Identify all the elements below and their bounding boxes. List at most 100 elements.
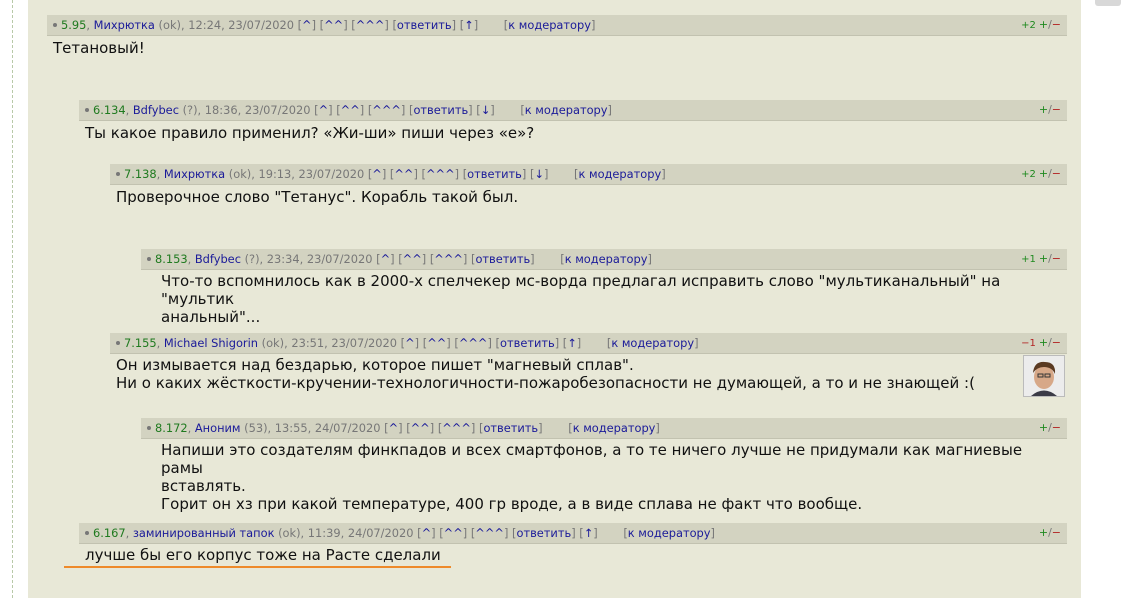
vote-controls: +/− bbox=[1039, 100, 1061, 120]
jump-up-1-link[interactable]: ^ bbox=[372, 167, 382, 181]
author-link[interactable]: Михрютка bbox=[164, 167, 225, 181]
text-selection-underline bbox=[64, 566, 451, 568]
reply-link[interactable]: ответить bbox=[413, 103, 468, 117]
jump-up-3-link[interactable]: ^^^ bbox=[459, 336, 488, 350]
comment-meta: (ok), 12:24, 23/07/2020 bbox=[158, 18, 294, 32]
report-to-moderator-link[interactable]: к модератору bbox=[573, 421, 656, 435]
jump-up-1-link[interactable]: ^ bbox=[319, 103, 329, 117]
reply-link[interactable]: ответить bbox=[483, 421, 538, 435]
vote-button[interactable]: +/− bbox=[1039, 18, 1061, 31]
reply-link[interactable]: ответить bbox=[397, 18, 452, 32]
comment-header: 8.172, Аноним (53), 13:55, 24/07/2020 [^… bbox=[141, 418, 1067, 439]
thread-nav-arrow-icon[interactable]: ↓ bbox=[481, 103, 491, 117]
author-link[interactable]: заминированный тапок bbox=[133, 526, 275, 540]
vote-button[interactable]: +/− bbox=[1039, 526, 1061, 539]
jump-up-3-link[interactable]: ^^^ bbox=[434, 252, 463, 266]
vote-button[interactable]: +/− bbox=[1039, 421, 1061, 434]
author-link[interactable]: Аноним bbox=[195, 421, 241, 435]
jump-up-2-link[interactable]: ^^ bbox=[394, 167, 413, 181]
vote-button[interactable]: +/− bbox=[1039, 167, 1061, 180]
comment-score: 8.172 bbox=[155, 421, 188, 435]
comment-body: Проверочное слово "Тетанус". Корабль так… bbox=[116, 188, 518, 206]
bullet-icon bbox=[116, 171, 120, 176]
bullet-icon bbox=[147, 256, 151, 261]
comment-text-line: Напиши это создателям финкпадов и всех с… bbox=[161, 441, 1023, 477]
thread-nav-arrow-icon[interactable]: ↓ bbox=[534, 167, 544, 181]
comment-header: 5.95, Михрютка (ok), 12:24, 23/07/2020 [… bbox=[47, 15, 1067, 36]
vote-count: +1 bbox=[1021, 254, 1036, 265]
bullet-icon bbox=[116, 340, 120, 345]
comment-text-line: Проверочное слово "Тетанус". Корабль так… bbox=[116, 188, 519, 206]
author-link[interactable]: Bdfybec bbox=[133, 103, 179, 117]
comment-body: лучше бы его корпус тоже на Расте сделал… bbox=[85, 546, 441, 564]
jump-up-3-link[interactable]: ^^^ bbox=[372, 103, 401, 117]
jump-up-2-link[interactable]: ^^ bbox=[341, 103, 360, 117]
comment-text-line: анальный"... bbox=[161, 308, 261, 326]
vote-controls: +2 +/− bbox=[1021, 164, 1061, 184]
jump-up-2-link[interactable]: ^^ bbox=[411, 421, 430, 435]
comment-meta: (?), 23:34, 23/07/2020 bbox=[244, 252, 373, 266]
comment-text-line: Он измывается над бездарью, которое пише… bbox=[116, 356, 634, 374]
comment-score: 7.138 bbox=[124, 167, 157, 181]
jump-up-2-link[interactable]: ^^ bbox=[444, 526, 463, 540]
jump-up-3-link[interactable]: ^^^ bbox=[356, 18, 385, 32]
jump-up-1-link[interactable]: ^ bbox=[302, 18, 312, 32]
reply-link[interactable]: ответить bbox=[475, 252, 530, 266]
vote-controls: +2 +/− bbox=[1021, 15, 1061, 35]
vote-button[interactable]: +/− bbox=[1039, 252, 1061, 265]
jump-up-2-link[interactable]: ^^ bbox=[324, 18, 343, 32]
comment-score: 8.153 bbox=[155, 252, 188, 266]
avatar bbox=[1023, 355, 1065, 397]
report-to-moderator-link[interactable]: к модератору bbox=[578, 167, 661, 181]
reply-link[interactable]: ответить bbox=[500, 336, 555, 350]
jump-up-1-link[interactable]: ^ bbox=[389, 421, 399, 435]
comment-meta: (ok), 19:13, 23/07/2020 bbox=[228, 167, 365, 181]
comment-header: 6.134, Bdfybec (?), 18:36, 23/07/2020 [^… bbox=[79, 100, 1067, 121]
thread-nav-arrow-icon[interactable]: ↑ bbox=[464, 18, 474, 32]
report-to-moderator-link[interactable]: к модератору bbox=[565, 252, 648, 266]
author-link[interactable]: Михрютка bbox=[94, 18, 155, 32]
avatar-image bbox=[1024, 356, 1064, 396]
report-to-moderator-link[interactable]: к модератору bbox=[611, 336, 694, 350]
author-link[interactable]: Michael Shigorin bbox=[164, 336, 258, 350]
vote-controls: −1 +/− bbox=[1021, 333, 1061, 353]
bullet-icon bbox=[147, 425, 151, 430]
vote-button[interactable]: +/− bbox=[1039, 336, 1061, 349]
vote-count: −1 bbox=[1021, 338, 1036, 349]
comment-text-line: вставлять. bbox=[161, 477, 246, 495]
author-link[interactable]: Bdfybec bbox=[195, 252, 241, 266]
comment-body: Тетановый! bbox=[53, 39, 145, 57]
comment-body: Ты какое правило применил? «Жи-ши» пиши … bbox=[85, 124, 534, 142]
comment-score: 5.95 bbox=[61, 18, 87, 32]
jump-up-1-link[interactable]: ^ bbox=[405, 336, 415, 350]
comment-header: 6.167, заминированный тапок (ok), 11:39,… bbox=[79, 523, 1067, 544]
report-to-moderator-link[interactable]: к модератору bbox=[525, 103, 608, 117]
report-to-moderator-link[interactable]: к модератору bbox=[508, 18, 591, 32]
comment-body: Он измывается над бездарью, которое пише… bbox=[116, 356, 975, 392]
reply-link[interactable]: ответить bbox=[516, 526, 571, 540]
vote-button[interactable]: +/− bbox=[1039, 103, 1061, 116]
jump-up-2-link[interactable]: ^^ bbox=[427, 336, 446, 350]
comment-text-line: Ты какое правило применил? «Жи-ши» пиши … bbox=[85, 124, 535, 142]
bullet-icon bbox=[85, 530, 89, 535]
comment-text-line: Ни о каких жёсткости-кручении-технологич… bbox=[116, 374, 975, 392]
vote-count: +2 bbox=[1021, 169, 1036, 180]
scrollbar-thumb[interactable] bbox=[1095, 0, 1121, 6]
comment-text-line: Горит он хз при какой температуре, 400 г… bbox=[161, 495, 863, 513]
thread-nav-arrow-icon[interactable]: ↑ bbox=[584, 526, 594, 540]
jump-up-3-link[interactable]: ^^^ bbox=[475, 526, 504, 540]
left-divider bbox=[12, 0, 13, 598]
bullet-icon bbox=[85, 107, 89, 112]
reply-link[interactable]: ответить bbox=[467, 167, 522, 181]
jump-up-1-link[interactable]: ^ bbox=[381, 252, 391, 266]
comment-body: Что-то вспомнилось как в 2000-х спелчеке… bbox=[161, 272, 1067, 326]
jump-up-2-link[interactable]: ^^ bbox=[403, 252, 422, 266]
thread-nav-arrow-icon[interactable]: ↑ bbox=[567, 336, 577, 350]
right-gutter bbox=[1081, 0, 1121, 598]
report-to-moderator-link[interactable]: к модератору bbox=[628, 526, 711, 540]
jump-up-3-link[interactable]: ^^^ bbox=[442, 421, 471, 435]
comment-text-line: лучше бы его корпус тоже на Расте сделал… bbox=[85, 546, 441, 564]
comment-text-line: Тетановый! bbox=[53, 39, 145, 57]
jump-up-3-link[interactable]: ^^^ bbox=[426, 167, 455, 181]
jump-up-1-link[interactable]: ^ bbox=[422, 526, 432, 540]
